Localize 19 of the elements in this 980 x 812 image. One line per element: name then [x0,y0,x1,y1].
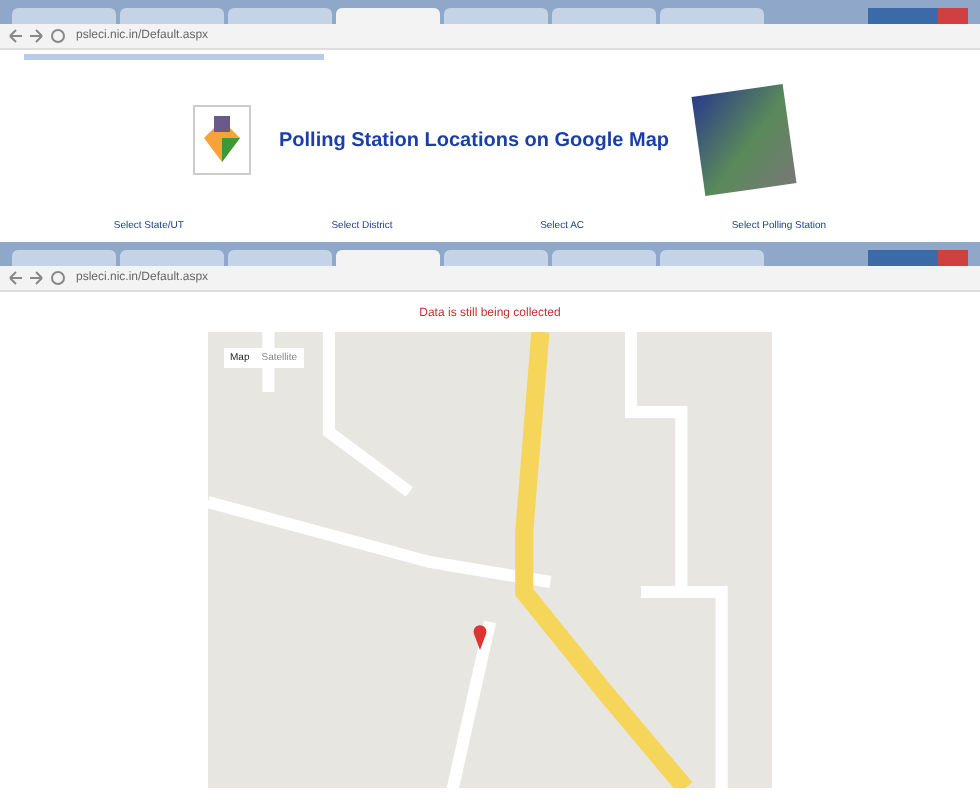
browser-tab[interactable] [444,8,548,24]
window-controls[interactable] [868,250,968,266]
browser-tab[interactable] [336,250,440,266]
browser-tab[interactable] [660,8,764,24]
browser-tab[interactable] [228,8,332,24]
map-pin-icon[interactable] [472,622,488,650]
browser-tab[interactable] [444,250,548,266]
browser-tab[interactable] [120,250,224,266]
logo-icon [191,104,251,176]
page-title: Polling Station Locations on Google Map [279,129,669,151]
browser-tab[interactable] [552,8,656,24]
browser-tab[interactable] [336,8,440,24]
navigation-icon[interactable] [8,28,68,44]
navigation-icon[interactable] [8,270,68,286]
browser-tab[interactable] [660,250,764,266]
browser-tab[interactable] [552,250,656,266]
browser-tab[interactable] [228,250,332,266]
browser-tab[interactable] [120,8,224,24]
window-controls[interactable] [868,8,968,24]
